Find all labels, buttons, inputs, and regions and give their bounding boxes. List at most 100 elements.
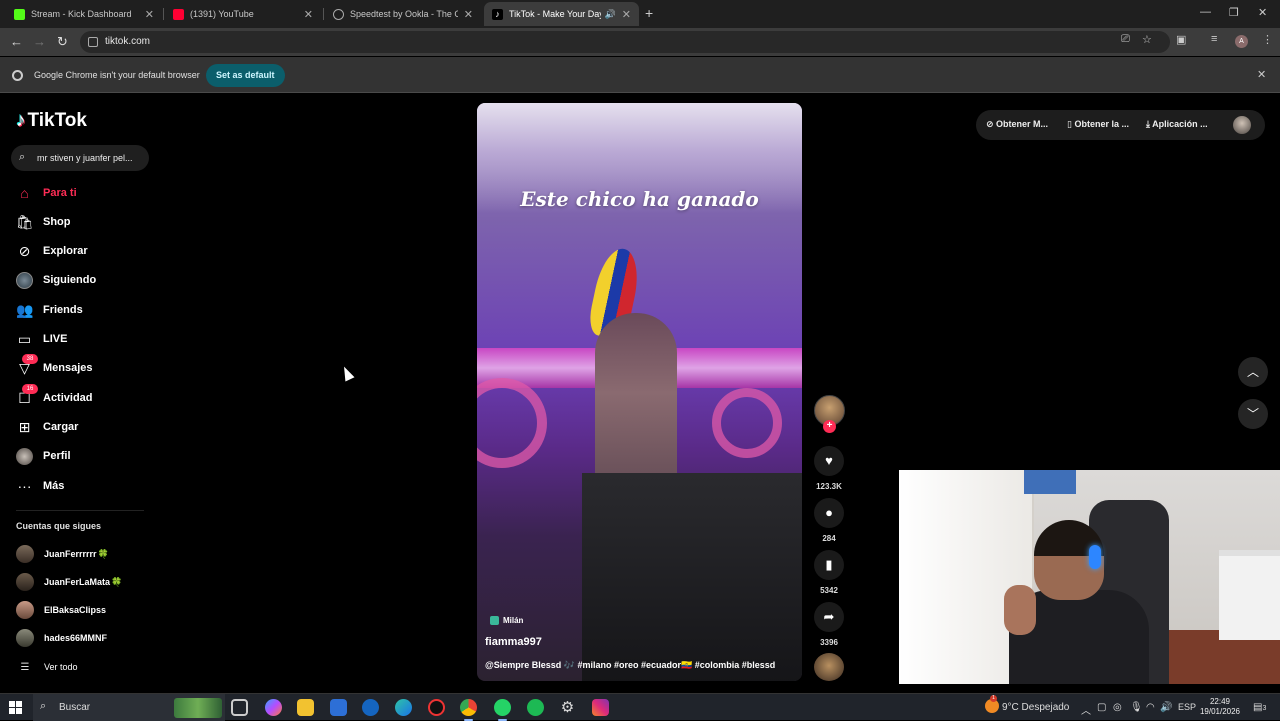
file-explorer-icon[interactable] <box>297 699 314 716</box>
weather-text[interactable]: 9°C Despejado <box>1002 702 1069 713</box>
nav-explorar[interactable]: ⊘ Explorar <box>16 239 88 263</box>
messages-icon: ▽ 38 <box>16 353 38 377</box>
webcam-overlay <box>899 470 1280 684</box>
nav-siguiendo[interactable]: Siguiendo <box>16 268 96 292</box>
nav-perfil[interactable]: Perfil <box>16 444 71 468</box>
nav-friends[interactable]: 👥 Friends <box>16 298 83 322</box>
tray-icon[interactable]: ▢ <box>1097 702 1106 713</box>
sidebar-divider <box>16 510 144 511</box>
save-count: 5342 <box>820 586 838 595</box>
nav-mas[interactable]: ··· Más <box>16 474 65 498</box>
following-account[interactable]: ElBaksaClipss <box>16 601 106 619</box>
next-video-button[interactable]: ﹀ <box>1238 399 1268 429</box>
get-app-button[interactable]: ▯ Obtener la ... <box>1067 119 1129 130</box>
language-indicator[interactable]: ESP <box>1178 702 1196 712</box>
sidepanel-icon[interactable]: ▣ <box>1176 33 1186 46</box>
close-tab-icon[interactable]: ✕ <box>464 8 473 21</box>
tab-title: Stream - Kick Dashboard <box>31 9 132 19</box>
tray-chevron-icon[interactable]: ︿ <box>1081 702 1091 717</box>
spotify-icon[interactable] <box>527 699 544 716</box>
clock[interactable]: 22:49 19/01/2026 <box>1198 697 1242 717</box>
comment-button[interactable]: ● <box>814 498 844 528</box>
messages-badge: 38 <box>22 353 38 364</box>
bookmark-star-icon[interactable]: ☆ <box>1142 33 1152 46</box>
user-avatar[interactable] <box>1233 116 1251 134</box>
nav-label: LIVE <box>43 333 68 345</box>
close-tab-icon[interactable]: ✕ <box>145 8 154 21</box>
address-bar[interactable]: tiktok.com <box>80 31 1170 53</box>
chevron-down-icon: ﹀ <box>1246 407 1259 421</box>
profile-avatar[interactable]: A <box>1235 35 1248 48</box>
previous-video-button[interactable]: ︿ <box>1238 357 1268 387</box>
save-button[interactable]: ▮ <box>814 550 844 580</box>
video-author[interactable]: fiamma997 <box>485 636 542 648</box>
notification-icon[interactable]: ▤3 <box>1253 702 1266 713</box>
following-account[interactable]: hades66MMNF <box>16 629 107 647</box>
like-button[interactable]: ♥ <box>814 446 844 476</box>
tiktok-logo[interactable]: ♪ TikTok <box>16 110 87 132</box>
whatsapp-icon[interactable] <box>494 699 511 721</box>
settings-gear-icon[interactable]: ⚙ <box>559 699 576 716</box>
speaker-icon[interactable]: 🔊 <box>605 9 616 20</box>
location-tag[interactable]: Milán <box>490 614 523 627</box>
copilot-icon[interactable] <box>265 699 282 716</box>
taskbar-search[interactable]: ⌕ Buscar <box>33 694 225 721</box>
tray-icon[interactable]: ◎ <box>1113 702 1122 713</box>
tab-kick[interactable]: Stream - Kick Dashboard ✕ <box>6 2 162 26</box>
windows-start-icon[interactable] <box>9 701 22 714</box>
edge-icon[interactable] <box>395 699 412 716</box>
nav-live[interactable]: ▭ LIVE <box>16 327 68 351</box>
share-button[interactable]: ➦ <box>814 602 844 632</box>
music-disc-icon[interactable] <box>814 653 844 681</box>
taskbar-search-label: Buscar <box>59 702 91 713</box>
volume-icon[interactable]: 🔊 <box>1160 702 1172 713</box>
youtube-icon <box>173 8 184 20</box>
tab-speedtest[interactable]: Speedtest by Ookla - The Global ✕ <box>325 2 481 26</box>
minimize-icon[interactable]: — <box>1200 6 1211 18</box>
wifi-icon[interactable]: ◠ <box>1146 702 1155 713</box>
shop-icon: 🛍 <box>16 213 34 230</box>
infobar-close-icon[interactable]: ✕ <box>1257 68 1266 81</box>
video-player[interactable]: Este chico ha ganado Milán fiamma997 @Si… <box>477 103 802 681</box>
tab-youtube[interactable]: (1391) YouTube ✕ <box>165 2 321 26</box>
following-account[interactable]: JuanFerrrrrr 🍀 <box>16 545 109 563</box>
forward-icon[interactable]: → <box>33 34 46 49</box>
search-icon: ⌕ <box>19 151 26 163</box>
following-account[interactable]: JuanFerLaMata 🍀 <box>16 573 122 591</box>
nav-mensajes[interactable]: ▽ 38 Mensajes <box>16 353 93 380</box>
get-coins-button[interactable]: ⊘ Obtener M... <box>986 119 1048 130</box>
instagram-icon[interactable] <box>592 699 609 716</box>
account-name: hades66MMNF <box>44 633 108 643</box>
media-control-icon[interactable]: ≡ <box>1211 33 1217 45</box>
reload-icon[interactable]: ↻ <box>57 34 68 50</box>
headset-light <box>1089 545 1101 569</box>
microphone-icon[interactable]: 🎙 <box>1130 702 1143 713</box>
new-tab-button[interactable]: + <box>645 5 653 21</box>
chrome-taskbar-icon[interactable] <box>460 699 477 721</box>
nav-shop[interactable]: 🛍 Shop <box>16 210 71 234</box>
follow-plus-icon[interactable]: + <box>823 420 836 433</box>
close-tab-icon[interactable]: ✕ <box>622 8 631 21</box>
store-icon[interactable] <box>330 699 347 716</box>
nav-cargar[interactable]: ⊞ Cargar <box>16 415 79 439</box>
site-info-icon[interactable] <box>88 37 98 47</box>
search-input[interactable]: ⌕ mr stiven y juanfer pel... <box>11 145 149 171</box>
app-icon[interactable] <box>428 699 445 716</box>
window-close-icon[interactable]: ✕ <box>1258 6 1267 19</box>
account-name: ElBaksaClipss <box>44 605 107 615</box>
comment-icon: ● <box>825 505 833 520</box>
install-app-icon[interactable]: ⎚ <box>1121 33 1130 46</box>
task-view-icon[interactable] <box>231 699 248 716</box>
tab-tiktok[interactable]: ♪ TikTok - Make Your Day 🔊 ✕ <box>484 2 639 26</box>
chrome-menu-icon[interactable]: ⋮ <box>1262 33 1273 46</box>
nav-actividad[interactable]: ☐ 16 Actividad <box>16 383 93 410</box>
restore-icon[interactable]: ❐ <box>1229 6 1239 19</box>
back-icon[interactable]: ← <box>10 34 23 49</box>
close-tab-icon[interactable]: ✕ <box>304 8 313 21</box>
nav-para-ti[interactable]: ⌂ Para ti <box>16 181 76 205</box>
desktop-app-button[interactable]: ⤓ Aplicación ... <box>1146 119 1208 130</box>
outlook-icon[interactable] <box>362 699 379 716</box>
set-as-default-button[interactable]: Set as default <box>206 64 285 87</box>
tab-strip: Stream - Kick Dashboard ✕ (1391) YouTube… <box>0 0 1280 28</box>
see-all-link[interactable]: ☰ Ver todo <box>16 658 78 676</box>
